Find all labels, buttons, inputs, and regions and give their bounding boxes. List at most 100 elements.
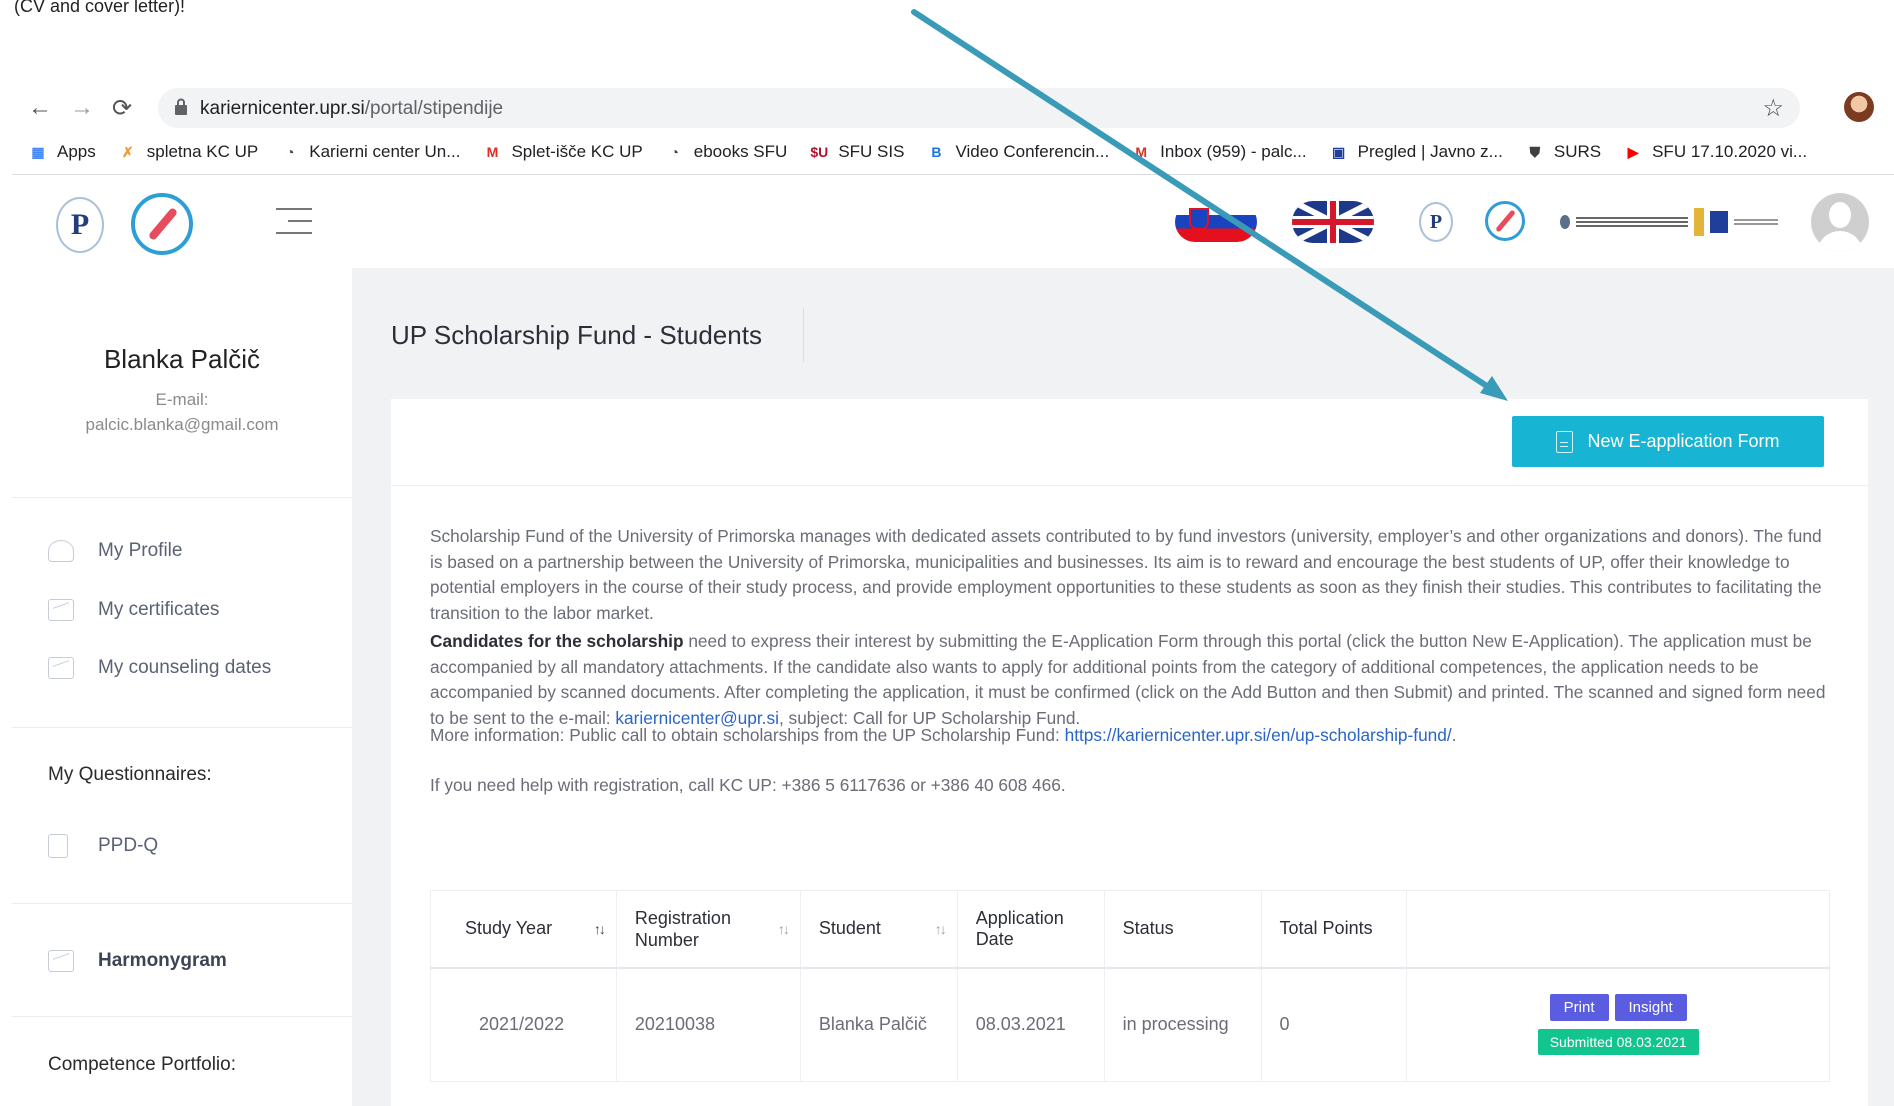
header-label: Application Date (975, 907, 1064, 949)
apps-grid-icon: ▦ (31, 143, 45, 160)
bookmark-star-icon[interactable]: ☆ (1762, 94, 1784, 123)
url-text: kariernicenter.upr.si/portal/stipendije (200, 98, 503, 120)
bookmark-label: Splet-išče KC UP (511, 142, 643, 161)
sidebar-item-label: PPD-Q (98, 835, 159, 856)
bookmark-item[interactable]: ▦ Apps (28, 142, 96, 162)
bookmark-label: SFU SIS (838, 142, 905, 161)
chart-icon (48, 599, 74, 621)
sort-icon[interactable]: ↑↓ (778, 921, 790, 937)
bookmark-item[interactable]: ⛊ SURS (1525, 142, 1601, 162)
sort-icon[interactable]: ↑↓ (594, 921, 606, 937)
bookmark-item[interactable]: ◔ ebooks SFU (665, 142, 788, 162)
compass-logo-small[interactable] (1485, 201, 1525, 241)
eu-flag-icon: ▣ (1332, 143, 1346, 160)
sidebar-item-label: My Profile (98, 540, 183, 561)
scholarship-fund-link[interactable]: https://kariernicenter.upr.si/en/up-scho… (1065, 725, 1452, 745)
m-logo-icon: M (486, 144, 499, 160)
sidebar-item-ppd-q[interactable]: PPD-Q (48, 834, 158, 858)
sidebar-divider (12, 727, 352, 728)
sidebar-item-my-certificates[interactable]: My certificates (48, 599, 219, 621)
sidebar-item-label: Harmonygram (98, 950, 227, 971)
sidebar-divider (12, 497, 352, 498)
sidebar-item-my-profile[interactable]: My Profile (48, 540, 182, 562)
cell-actions: Print Insight Submitted 08.03.2021 (1406, 967, 1830, 1082)
slovenian-flag-icon[interactable] (1175, 202, 1257, 242)
applications-table: Study Year ↑↓ Registration Number ↑↓ Stude… (430, 890, 1830, 1082)
sidebar: Blanka Palčič E-mail: palcic.blanka@gmai… (12, 268, 352, 1106)
column-header-total-points: Total Points (1261, 890, 1408, 969)
sidebar-item-my-counseling-dates[interactable]: My counseling dates (48, 657, 271, 679)
questionnaires-heading: My Questionnaires: (48, 764, 212, 785)
bookmark-item[interactable]: M Inbox (959) - palc... (1131, 142, 1306, 162)
user-email: palcic.blanka@gmail.com (85, 415, 279, 434)
eu-fund-logo (1694, 207, 1778, 237)
email-label: E-mail: (155, 390, 209, 409)
more-info-tail: . (1451, 725, 1457, 745)
bookmark-label: Apps (57, 142, 96, 161)
candidates-heading: Candidates for the scholarship (430, 631, 684, 651)
table-row: 2021/2022 20210038 Blanka Palčič 08.03.2… (430, 967, 1830, 1082)
title-separator (803, 308, 804, 362)
header-label: Registration Number (634, 907, 731, 950)
globe-icon: ◔ (670, 144, 679, 160)
column-header-registration-number[interactable]: Registration Number ↑↓ (616, 890, 801, 969)
ministry-logo (1560, 213, 1688, 231)
sidebar-divider (12, 1016, 352, 1017)
uk-flag-icon[interactable] (1292, 201, 1374, 243)
menu-toggle-icon[interactable] (276, 208, 312, 234)
browser-profile-avatar[interactable] (1844, 92, 1874, 122)
header-label: Status (1122, 918, 1174, 939)
sidebar-item-label: My counseling dates (98, 657, 272, 678)
sidebar-item-label: My certificates (98, 599, 220, 620)
cell-status: in processing (1104, 967, 1262, 1082)
up-university-logo[interactable]: P (56, 197, 104, 253)
chart-icon (48, 657, 74, 679)
address-bar[interactable]: kariernicenter.upr.si/portal/stipendije … (158, 88, 1800, 128)
cell-student: Blanka Palčič (800, 967, 958, 1082)
column-header-student[interactable]: Student ↑↓ (800, 890, 958, 969)
user-name: Blanka Palčič (103, 344, 261, 374)
sort-icon[interactable]: ↑↓ (935, 921, 947, 937)
bookmark-label: Inbox (959) - palc... (1160, 142, 1307, 161)
browser-toolbar: ← → ⟳ kariernicenter.upr.si/portal/stipe… (0, 88, 1894, 128)
bookmark-item[interactable]: B Video Conferencin... (926, 142, 1109, 162)
bookmark-item[interactable]: ▣ Pregled | Javno z... (1329, 142, 1503, 162)
print-button[interactable]: Print (1549, 994, 1609, 1022)
back-arrow-icon[interactable]: ← (24, 88, 56, 128)
site-header: P P (12, 175, 1894, 268)
insight-button[interactable]: Insight (1614, 994, 1687, 1022)
sidebar-item-harmonygram[interactable]: Harmonygram (48, 950, 227, 972)
column-header-actions (1406, 890, 1830, 969)
bookmark-label: Karierni center Un... (309, 142, 461, 161)
header-label: Total Points (1279, 918, 1373, 939)
cell-application-date: 08.03.2021 (957, 967, 1105, 1082)
forward-arrow-icon[interactable]: → (66, 88, 98, 128)
column-header-study-year[interactable]: Study Year ↑↓ (430, 890, 617, 969)
new-e-application-button[interactable]: New E-application Form (1512, 416, 1824, 467)
bookmark-item[interactable]: ✗ spletna KC UP (118, 142, 258, 162)
youtube-icon: ▶ (1627, 143, 1639, 160)
url-host: kariernicenter.upr.si (200, 98, 365, 119)
bookmark-label: ebooks SFU (693, 142, 788, 161)
more-info-text: More information: Public call to obtain … (430, 725, 1065, 745)
reload-icon[interactable]: ⟳ (106, 88, 138, 128)
up-logo-small[interactable]: P (1419, 202, 1453, 242)
page-title: UP Scholarship Fund - Students (391, 320, 762, 350)
bookmark-item[interactable]: ◔ Karierni center Un... (280, 142, 460, 162)
intro-paragraph: Scholarship Fund of the University of Pr… (430, 526, 1822, 623)
help-paragraph: If you need help with registration, call… (430, 775, 1066, 795)
user-avatar[interactable] (1811, 193, 1869, 251)
bookmark-item[interactable]: $U SFU SIS (809, 142, 904, 162)
document-icon (48, 834, 68, 858)
table-header-row: Study Year ↑↓ Registration Number ↑↓ Stude… (430, 890, 1830, 969)
document-icon (1556, 430, 1574, 453)
bookmark-label: SFU 17.10.2020 vi... (1652, 142, 1808, 161)
card-toolbar: New E-application Form (391, 399, 1868, 486)
bookmark-item[interactable]: ▶ SFU 17.10.2020 vi... (1623, 142, 1807, 162)
career-center-compass-logo[interactable] (131, 193, 193, 255)
cell-total-points: 0 (1261, 967, 1408, 1082)
competence-portfolio-heading: Competence Portfolio: (48, 1054, 236, 1075)
shield-icon: ⛊ (1529, 143, 1541, 160)
submitted-status-badge: Submitted 08.03.2021 (1537, 1029, 1699, 1056)
bookmark-item[interactable]: M Splet-išče KC UP (482, 142, 643, 162)
